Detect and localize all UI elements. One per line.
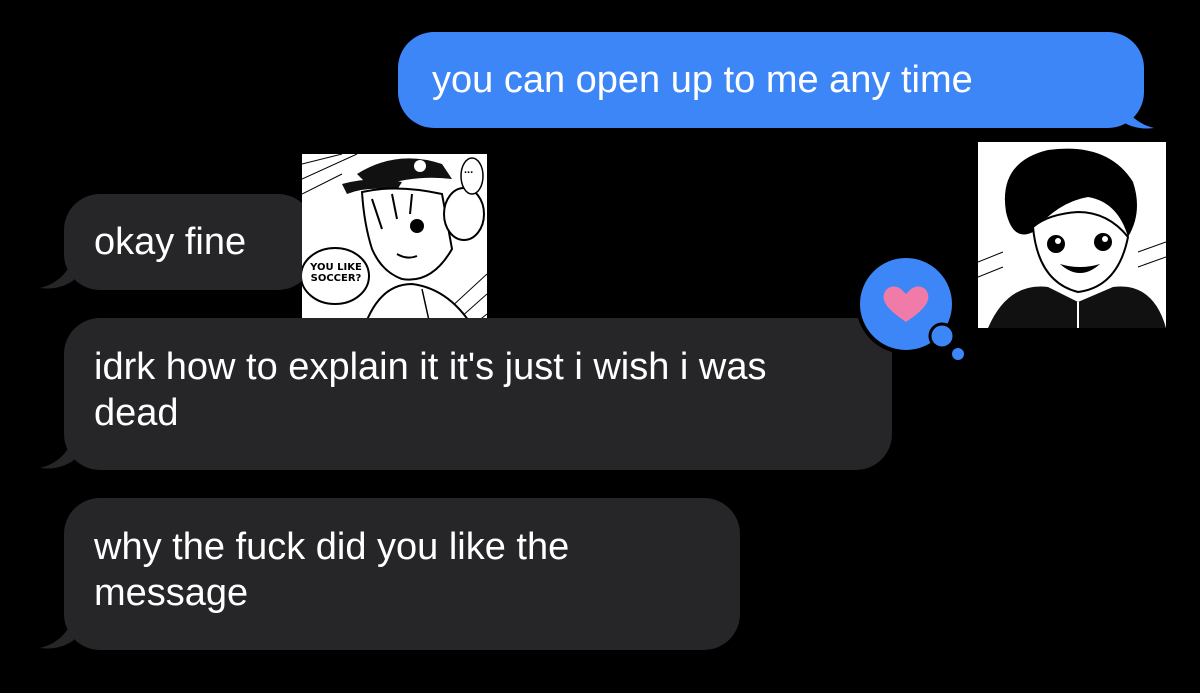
received-message-text: why the fuck did you like the message (94, 526, 570, 614)
received-message-bubble[interactable]: why the fuck did you like the message (64, 498, 740, 650)
received-bubble-tail (40, 616, 74, 649)
manga-character-drawing (978, 142, 1166, 328)
received-bubble-tail (40, 256, 74, 289)
manga-sticker-boy[interactable] (978, 142, 1166, 328)
tapback-heart-reaction[interactable] (858, 256, 968, 366)
received-message-bubble[interactable]: idrk how to explain it it's just i wish … (64, 318, 892, 470)
sent-message-bubble[interactable]: you can open up to me any time (398, 32, 1144, 128)
received-message-text: okay fine (94, 221, 247, 263)
received-message-bubble[interactable]: okay fine (64, 194, 314, 290)
sticker-dots: ... (464, 164, 474, 176)
received-bubble-tail (40, 436, 74, 469)
received-message-text: idrk how to explain it it's just i wish … (94, 346, 767, 434)
sent-message-text: you can open up to me any time (432, 59, 973, 101)
manga-sticker-soccer[interactable]: YOU LIKE SOCCER? ... (302, 154, 487, 334)
sticker-speech-caption: YOU LIKE SOCCER? (310, 262, 362, 284)
sent-bubble-tail (1120, 96, 1154, 129)
manga-character-drawing (302, 154, 487, 334)
